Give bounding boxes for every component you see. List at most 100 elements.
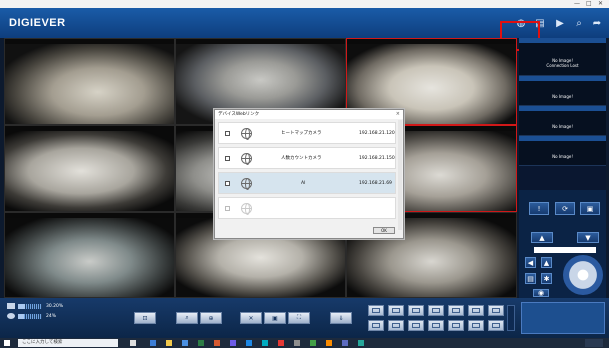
edge-icon[interactable] — [150, 340, 156, 346]
zoom-button[interactable]: ⊕ — [200, 312, 222, 324]
camera-cell[interactable] — [4, 38, 175, 125]
layout-custom-button[interactable] — [488, 320, 504, 331]
app-icon[interactable] — [246, 340, 252, 346]
app-icon[interactable] — [310, 340, 316, 346]
ptz-settings-button[interactable]: ◉ — [533, 289, 549, 297]
app-icon[interactable] — [198, 340, 204, 346]
app-icon[interactable] — [262, 340, 268, 346]
logo: DIGIEVER — [9, 17, 66, 29]
mini-camera-tile[interactable]: No Image! Connection Lost — [519, 38, 606, 76]
monitor-icon — [7, 303, 15, 309]
camera-cell[interactable] — [4, 125, 175, 212]
layout-10-button[interactable] — [468, 305, 484, 316]
device-checkbox[interactable] — [225, 131, 230, 136]
logout-icon[interactable]: ➦ — [589, 15, 605, 31]
device-checkbox[interactable] — [225, 156, 230, 161]
snapshot-button[interactable]: ▣ — [264, 312, 286, 324]
sync-button[interactable]: ⟳ — [555, 202, 575, 215]
window-titlebar: — □ ✕ — [0, 0, 609, 8]
layout-1-button[interactable] — [368, 305, 384, 316]
layout-20-button[interactable] — [388, 320, 404, 331]
explorer-icon[interactable] — [166, 340, 172, 346]
device-ip: 192.168.21.69 — [359, 181, 392, 186]
camera-feed — [5, 44, 174, 124]
record-button[interactable]: ▣ — [580, 202, 600, 215]
search-icon[interactable]: ⌕ — [571, 15, 587, 31]
mini-tile-empty — [519, 166, 606, 190]
zoom-out-button[interactable]: ▼ — [577, 232, 599, 243]
camera-feed — [5, 131, 174, 211]
app-icon[interactable] — [214, 340, 220, 346]
mini-camera-message: No Image! Connection Lost — [546, 58, 579, 68]
alarm-button[interactable]: ! — [529, 202, 549, 215]
mini-camera-tile[interactable]: No Image! — [519, 76, 606, 106]
camera-cell[interactable] — [4, 212, 175, 298]
app-icon[interactable] — [294, 340, 300, 346]
app-icon[interactable] — [230, 340, 236, 346]
device-row-selected[interactable]: AI 192.168.21.69 — [218, 172, 396, 194]
cpu-bar-fill — [18, 304, 26, 309]
globe-icon — [241, 128, 252, 140]
fullscreen-button[interactable]: ⛶ — [288, 312, 310, 324]
layout-8-button[interactable] — [428, 305, 444, 316]
device-ip: 192.168.21.120 — [359, 131, 395, 136]
layout-36-button[interactable] — [428, 320, 444, 331]
device-row[interactable]: 人数カウントカメラ 192.168.21.150 — [218, 147, 396, 169]
dialog-title: デバイスWebリンク — [215, 110, 403, 119]
layout-9-button[interactable] — [448, 305, 464, 316]
app-icon[interactable] — [278, 340, 284, 346]
ptz-dial[interactable] — [563, 255, 603, 295]
ptz-focus-button[interactable]: ✱ — [541, 273, 552, 284]
layout-16-button[interactable] — [368, 320, 384, 331]
mini-camera-tile[interactable]: No Image! — [519, 136, 606, 166]
ptz-left-button[interactable]: ◀ — [525, 257, 536, 268]
app-icon[interactable] — [326, 340, 332, 346]
layout-49-button[interactable] — [448, 320, 464, 331]
cpu-usage: 30.20% — [46, 304, 64, 309]
device-row[interactable] — [218, 197, 396, 219]
taskbar-search[interactable]: ここに入力して検索 — [18, 339, 118, 347]
mini-camera-message: No Image! — [552, 94, 573, 99]
memory-bar-fill — [18, 314, 24, 319]
windows-start-icon[interactable] — [4, 340, 10, 346]
layout-25-button[interactable] — [408, 320, 424, 331]
device-row[interactable]: ヒートマップカメラ 192.168.21.120 — [218, 122, 396, 144]
layout-13-button[interactable] — [488, 305, 504, 316]
globe-icon — [241, 153, 252, 165]
layout-6-button[interactable] — [408, 305, 424, 316]
ptz-auto-button[interactable]: ▤ — [525, 273, 536, 284]
globe-icon — [241, 203, 252, 215]
layout-scroll[interactable] — [507, 305, 515, 331]
windows-taskbar: ここに入力して検索 — [0, 338, 609, 348]
ok-button[interactable]: OK — [373, 227, 395, 234]
layout-4-button[interactable] — [388, 305, 404, 316]
close-button[interactable]: ✕ — [598, 0, 603, 8]
camera-list-button[interactable]: ⊡ — [134, 312, 156, 324]
cpu-bar — [18, 304, 42, 309]
export-button[interactable]: ⇓ — [330, 312, 352, 324]
ptz-up-button[interactable]: ▲ — [541, 257, 552, 268]
maximize-button[interactable]: □ — [586, 0, 592, 8]
playback-icon[interactable]: ▶ — [552, 15, 568, 31]
zoom-in-button[interactable]: ▲ — [531, 232, 553, 243]
device-checkbox[interactable] — [225, 181, 230, 186]
minimize-button[interactable]: — — [574, 0, 580, 8]
memory-usage: 24% — [46, 314, 57, 319]
device-checkbox[interactable] — [225, 206, 230, 211]
mini-camera-message: No Image! — [552, 154, 573, 159]
task-view-icon[interactable] — [130, 340, 136, 346]
dialog-close-button[interactable]: × — [396, 110, 400, 119]
dialog-scrollbar[interactable] — [398, 120, 402, 230]
globe-icon — [241, 178, 252, 190]
preset-field[interactable] — [534, 247, 596, 253]
mini-camera-tile[interactable]: No Image! — [519, 106, 606, 136]
info-panel — [521, 302, 605, 334]
close-all-button[interactable]: ✕ — [240, 312, 262, 324]
search-button[interactable]: ⌕ — [176, 312, 198, 324]
clock-area[interactable] — [585, 339, 603, 347]
memory-bar — [18, 314, 42, 319]
app-icon[interactable] — [182, 340, 188, 346]
app-icon[interactable] — [358, 340, 364, 346]
layout-64-button[interactable] — [468, 320, 484, 331]
app-icon[interactable] — [342, 340, 348, 346]
